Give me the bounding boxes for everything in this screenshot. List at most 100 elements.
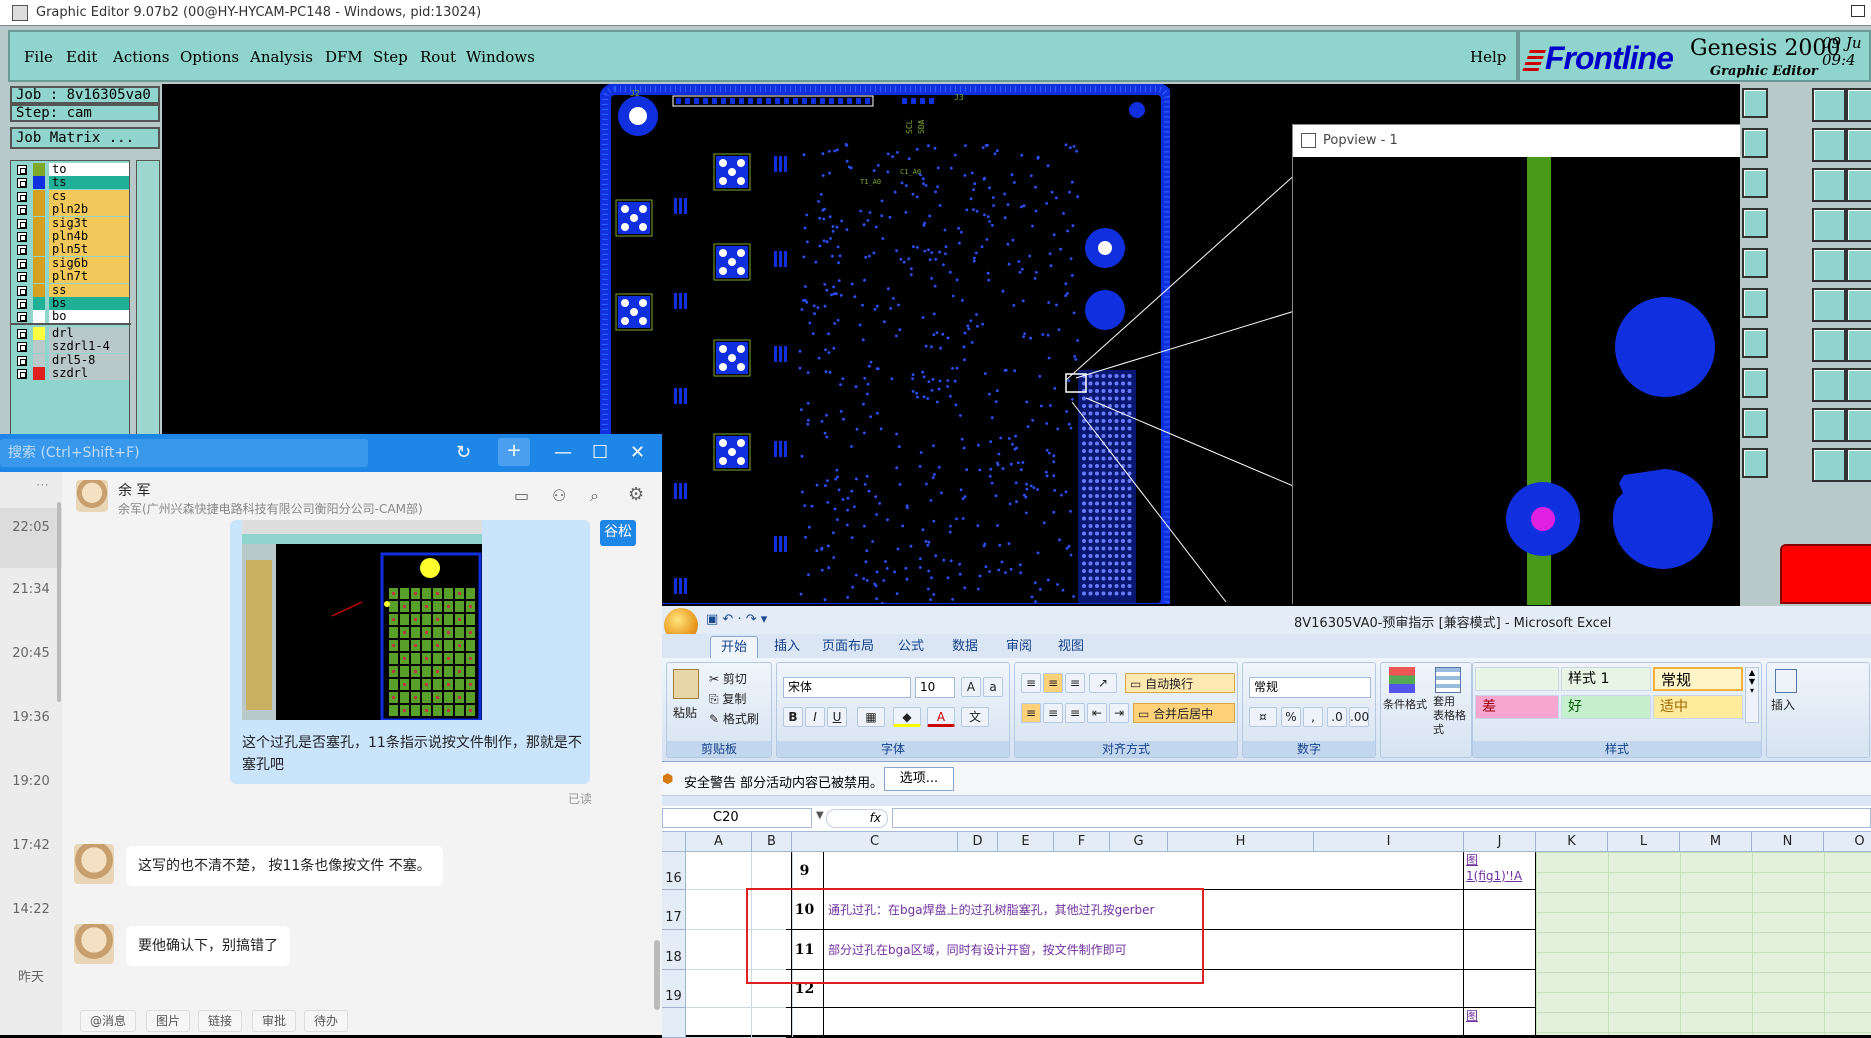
insert-cells-icon[interactable] — [1775, 669, 1797, 693]
arrow-tool-button[interactable] — [1742, 288, 1768, 318]
layer-name[interactable]: bs — [49, 297, 129, 310]
quick-at-message[interactable]: @消息 — [80, 1010, 137, 1032]
layer-checkbox[interactable] — [17, 205, 27, 216]
namebox-dropdown-icon[interactable]: ▼ — [816, 810, 824, 821]
chat-scrollbar[interactable] — [654, 940, 660, 1010]
search-history-icon[interactable]: ⌕ — [590, 486, 599, 506]
zoom-out-tool-button[interactable] — [1846, 368, 1871, 402]
popview-canvas[interactable] — [1293, 157, 1780, 605]
mirror-tool-button[interactable] — [1812, 248, 1846, 282]
more-icon[interactable]: ⋯ — [36, 478, 49, 493]
font-name-select[interactable]: 宋体 — [783, 677, 911, 698]
layer-name[interactable]: szdrl1-4 — [49, 340, 129, 354]
layer-checkbox[interactable] — [17, 218, 27, 229]
formula-input[interactable] — [892, 808, 1871, 828]
cell[interactable] — [686, 852, 752, 890]
time-item[interactable]: 21:34 — [0, 582, 62, 597]
cell[interactable] — [686, 1008, 752, 1038]
comma-icon[interactable]: , — [1303, 707, 1323, 727]
layer-color-swatch[interactable] — [33, 203, 45, 217]
job-matrix-button[interactable]: Job Matrix ... — [10, 127, 160, 149]
layer-row[interactable]: ts — [15, 176, 129, 190]
column-header-o[interactable]: O — [1824, 832, 1871, 852]
line-tool-button[interactable] — [1742, 208, 1768, 238]
layer-name[interactable]: sig3t — [49, 216, 129, 230]
layer-color-swatch[interactable] — [33, 216, 45, 230]
layer-color-swatch[interactable] — [33, 243, 45, 257]
snap-tool-button[interactable] — [1742, 128, 1768, 158]
grow-font-button[interactable]: A — [961, 677, 981, 697]
layer-color-swatch[interactable] — [33, 270, 45, 284]
menu-analysis[interactable]: Analysis — [250, 48, 313, 66]
styles-scroll[interactable]: ▲ ▼ ▾ — [1745, 667, 1759, 723]
menu-windows[interactable]: Windows — [466, 48, 535, 66]
chat-search-input[interactable]: 搜索 (Ctrl+Shift+F) — [0, 439, 368, 467]
grid-tool-button[interactable] — [1812, 168, 1846, 202]
layer-name[interactable]: cs — [49, 189, 129, 203]
layer-color-swatch[interactable] — [33, 163, 45, 176]
layer-name[interactable]: drl — [49, 327, 129, 340]
shrink-font-button[interactable]: a — [983, 677, 1003, 697]
rotate-tool-button[interactable] — [1742, 248, 1768, 278]
underline-button[interactable]: U — [827, 707, 847, 727]
cell-instruction[interactable] — [824, 1008, 1464, 1038]
cross-tool-button[interactable] — [1812, 208, 1846, 242]
style-1[interactable]: 样式 1 — [1561, 667, 1651, 691]
layer-name[interactable]: bo — [49, 310, 129, 324]
layer-color-swatch[interactable] — [33, 176, 45, 190]
row-header[interactable] — [662, 1008, 686, 1038]
settings-icon[interactable]: ⚙ — [628, 484, 644, 505]
align-left-icon[interactable]: ≡ — [1021, 703, 1041, 723]
menu-actions[interactable]: Actions — [113, 48, 169, 66]
style-neutral[interactable]: 适中 — [1653, 695, 1743, 719]
quick-todo[interactable]: 待办 — [304, 1010, 349, 1032]
close-button[interactable]: ✕ — [630, 442, 645, 463]
increase-indent-icon[interactable]: ⇥ — [1109, 703, 1129, 723]
layer-checkbox[interactable] — [17, 245, 27, 256]
italic-button[interactable]: I — [805, 707, 825, 727]
insert-function-button[interactable]: fx — [826, 809, 888, 828]
time-item[interactable]: 17:42 — [0, 838, 62, 853]
align-bottom-icon[interactable]: ≡ — [1065, 673, 1085, 693]
row-header[interactable]: 17 — [662, 890, 686, 930]
delete-tool-button[interactable] — [1846, 248, 1871, 282]
table-format-button[interactable]: 套用 表格格式 — [1433, 695, 1471, 736]
column-header-a[interactable]: A — [686, 832, 752, 852]
border-button[interactable]: ▦ — [857, 707, 885, 727]
layer-checkbox[interactable] — [17, 355, 27, 366]
tab-review[interactable]: 审阅 — [996, 636, 1042, 658]
menu-help[interactable]: Help — [1470, 48, 1506, 66]
style-bad[interactable]: 差 — [1475, 695, 1559, 719]
layer-checkbox[interactable] — [17, 165, 27, 175]
column-header-b[interactable]: B — [752, 832, 792, 852]
contact-avatar[interactable] — [74, 844, 114, 884]
cell-hyperlink[interactable]: 图 — [1464, 1008, 1536, 1038]
highlighted-region[interactable] — [1536, 852, 1871, 1035]
percent-icon[interactable]: % — [1281, 707, 1301, 727]
select-tool-button[interactable] — [1812, 288, 1846, 322]
layer-name[interactable]: to — [49, 163, 129, 176]
layer-color-swatch[interactable] — [33, 230, 45, 243]
menu-file[interactable]: File — [24, 48, 53, 66]
popview-window[interactable]: Popview - 1 ✕ — [1292, 124, 1780, 605]
column-header-d[interactable]: D — [958, 832, 998, 852]
time-item[interactable]: 19:20 — [0, 774, 62, 789]
received-message-1[interactable]: 这写的也不清不楚， 按11条也像按文件 不塞。 — [126, 846, 443, 886]
increase-decimal-icon[interactable]: .0 — [1327, 707, 1347, 727]
layer-checkbox[interactable] — [17, 191, 27, 202]
column-header-n[interactable]: N — [1752, 832, 1824, 852]
layer-color-swatch[interactable] — [33, 297, 45, 310]
table-format-icon[interactable] — [1435, 667, 1461, 693]
cursor-tool-button[interactable] — [1846, 288, 1871, 322]
cell-instruction[interactable] — [824, 852, 1464, 890]
tab-formulas[interactable]: 公式 — [888, 636, 934, 658]
phonetic-button[interactable]: 文 — [961, 707, 989, 727]
column-header-j[interactable]: J — [1464, 832, 1536, 852]
sent-message-bubble[interactable]: 这个过孔是否塞孔，11条指示说按文件制作，那就是不塞孔吧 — [230, 520, 590, 784]
layer-color-swatch[interactable] — [33, 189, 45, 203]
quick-approval[interactable]: 审批 — [252, 1010, 297, 1032]
pan-tool-button[interactable] — [1846, 88, 1871, 122]
layer-color-swatch[interactable] — [33, 256, 45, 270]
layer-checkbox[interactable] — [17, 329, 27, 339]
orientation-icon[interactable]: ↗ — [1089, 673, 1117, 693]
